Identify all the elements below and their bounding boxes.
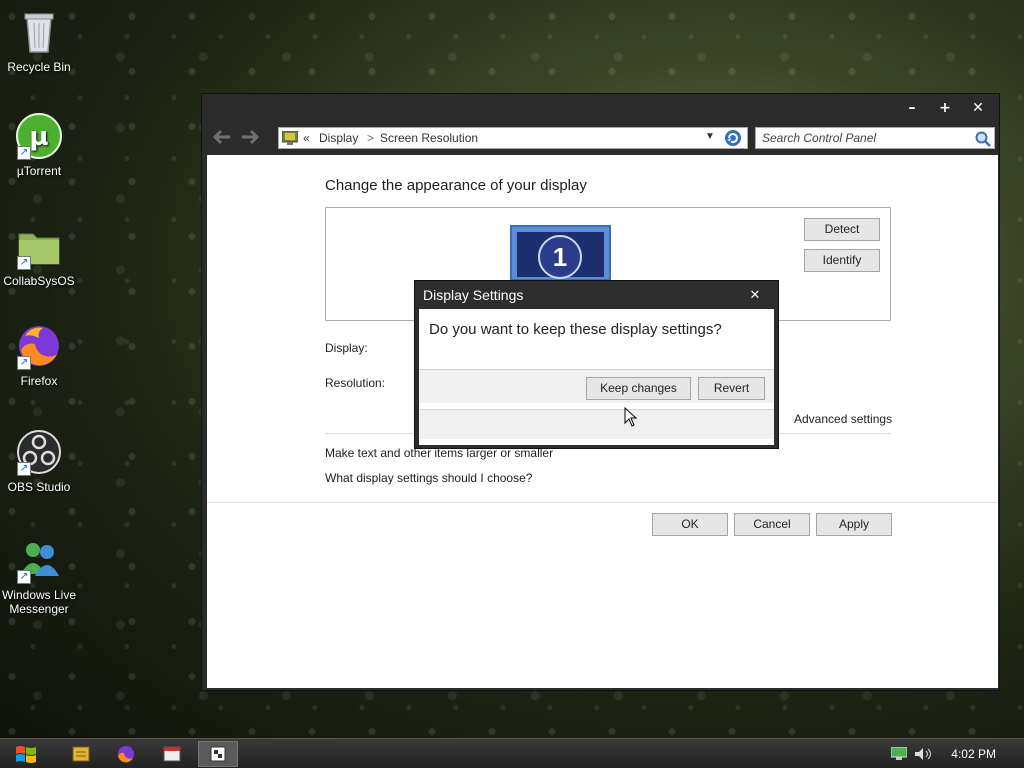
control-panel-icon	[210, 746, 226, 762]
minimize-button[interactable]: –	[897, 98, 927, 118]
windows-logo-icon	[16, 746, 36, 763]
control-panel-icon	[281, 130, 299, 151]
network-icon[interactable]	[890, 746, 908, 764]
revert-button[interactable]: Revert	[698, 377, 765, 400]
apply-button[interactable]: Apply	[816, 513, 892, 536]
chevron-down-icon[interactable]: ▼	[705, 127, 715, 147]
close-button[interactable]: ✕	[963, 98, 993, 118]
dialog-button-bar: Keep changes Revert	[419, 369, 774, 403]
dialog-body: Do you want to keep these display settin…	[419, 309, 774, 445]
taskbar-app[interactable]	[152, 741, 192, 767]
mouse-cursor-icon	[624, 406, 638, 430]
desktop-icon-recycle-bin[interactable]: Recycle Bin	[0, 8, 78, 74]
advanced-settings-link[interactable]: Advanced settings	[794, 412, 892, 426]
folder-icon: ↗	[15, 222, 63, 270]
desktop-icon-firefox[interactable]: ↗ Firefox	[0, 322, 78, 388]
desktop-icon-label: µTorrent	[16, 164, 62, 178]
desktop-icon-label: Firefox	[20, 374, 58, 388]
desktop-icon-label: Recycle Bin	[7, 60, 71, 74]
monitor-1-tile[interactable]: 1	[510, 225, 611, 281]
shortcut-arrow-icon: ↗	[17, 462, 31, 476]
keep-changes-button[interactable]: Keep changes	[586, 377, 691, 400]
desktop-icon-collabsysos[interactable]: ↗ CollabSysOS	[0, 222, 78, 288]
desktop-icon-label: CollabSysOS	[3, 274, 75, 288]
recycle-bin-icon	[15, 8, 63, 56]
taskbar: 4:02 PM	[0, 738, 1024, 768]
search-input[interactable]: Search Control Panel	[755, 127, 995, 149]
taskbar-firefox[interactable]	[106, 741, 146, 767]
footer-divider	[207, 502, 998, 503]
obs-studio-icon: ↗	[15, 428, 63, 476]
breadcrumb-separator: >	[367, 131, 375, 145]
detect-button[interactable]: Detect	[804, 218, 880, 241]
monitor-number: 1	[538, 235, 582, 279]
desktop-icon-utorrent[interactable]: µ ↗ µTorrent	[0, 112, 78, 178]
utorrent-icon: µ ↗	[15, 112, 63, 160]
volume-icon[interactable]	[914, 747, 932, 764]
dialog-title: Display Settings	[423, 287, 524, 303]
display-help-link[interactable]: What display settings should I choose?	[325, 471, 532, 485]
shortcut-arrow-icon: ↗	[17, 146, 31, 160]
shortcut-arrow-icon: ↗	[17, 570, 31, 584]
page-title: Change the appearance of your display	[325, 177, 587, 194]
refresh-icon[interactable]	[724, 129, 742, 153]
breadcrumb-display[interactable]: Display	[319, 128, 358, 148]
desktop-icon-label: OBS Studio	[7, 480, 71, 494]
desktop-icon-windows-live-messenger[interactable]: ↗ Windows Live Messenger	[0, 536, 78, 616]
forward-arrow-icon[interactable]	[240, 128, 262, 148]
dialog-message: Do you want to keep these display settin…	[429, 321, 722, 338]
messenger-icon: ↗	[15, 536, 63, 584]
resolution-label: Resolution:	[325, 376, 386, 390]
breadcrumb-chevron: «	[303, 131, 310, 145]
start-button[interactable]	[6, 741, 46, 767]
breadcrumb[interactable]: « Display > Screen Resolution ▼	[278, 127, 748, 149]
window-titlebar[interactable]: – + ✕	[202, 94, 999, 122]
back-arrow-icon[interactable]	[212, 128, 234, 148]
shortcut-arrow-icon: ↗	[17, 256, 31, 270]
dialog-footer-strip	[419, 409, 774, 439]
dialog-close-button[interactable]: ✕	[740, 286, 770, 306]
svg-text:µ: µ	[29, 122, 48, 152]
display-settings-dialog: Display Settings ✕ Do you want to keep t…	[414, 280, 779, 449]
taskbar-control-panel[interactable]	[198, 741, 238, 767]
firefox-icon	[118, 746, 134, 763]
file-manager-icon	[72, 746, 90, 762]
display-label: Display:	[325, 341, 368, 355]
taskbar-file-manager[interactable]	[61, 741, 101, 767]
breadcrumb-screen-resolution[interactable]: Screen Resolution	[380, 128, 478, 148]
search-icon[interactable]	[975, 131, 991, 150]
app-window-icon	[163, 746, 181, 762]
ok-button[interactable]: OK	[652, 513, 728, 536]
desktop-icon-label: Windows Live Messenger	[1, 588, 77, 616]
shortcut-arrow-icon: ↗	[17, 356, 31, 370]
maximize-button[interactable]: +	[930, 98, 960, 118]
firefox-icon: ↗	[15, 322, 63, 370]
cancel-button[interactable]: Cancel	[734, 513, 810, 536]
desktop-icon-obs-studio[interactable]: ↗ OBS Studio	[0, 428, 78, 494]
identify-button[interactable]: Identify	[804, 249, 880, 272]
taskbar-clock[interactable]: 4:02 PM	[951, 747, 996, 761]
address-bar: « Display > Screen Resolution ▼ Search C…	[202, 123, 999, 153]
